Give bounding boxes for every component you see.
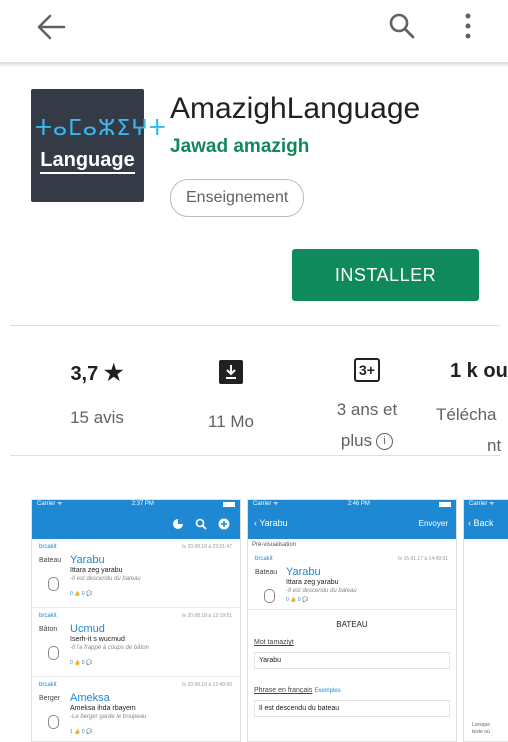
user-label: brcakit [255,556,273,562]
french-word: Berger [39,695,61,702]
add-icon [218,518,230,530]
nav-bar: ‹ Back [464,509,508,539]
age-label-line1: 3 ans et [336,400,398,419]
download-icon [219,360,243,384]
divider [10,455,500,456]
french-word: Bateau [39,557,62,564]
list-item: brcakit le 20.08.18 à 12:49:56 Berger Am… [32,677,240,741]
back-link: ‹ Yarabu [254,518,288,528]
age-label-line2: plus [340,431,373,450]
example-sentence: Iserh-it s wucmud [70,636,125,643]
examples-link: Exemples [314,688,341,694]
downloads-stat: 1 k ou Télécha nt [436,360,508,461]
amazigh-word: Yarabu [286,566,321,578]
date-label: le 20.08.18 à 12:19:51 [182,613,232,619]
body-text: texte où [472,729,490,735]
preview-item: brcakit le 15.01.17 à 14:49:01 Bateau Ya… [248,551,456,610]
downloads-value: 1 k ou [450,360,508,382]
french-word: Bâton [39,626,58,633]
word-heading: BATEAU [336,620,368,629]
age-rating-badge: 3+ [354,358,380,382]
votes: 0 👍 0 💬 [70,660,93,666]
date-label: le 20.08.18 à 23:01:47 [182,544,232,550]
field-label: Mot tamaziɣt [254,639,294,646]
translation: -Il l'a frappé à coups de bâton [70,645,149,651]
amazigh-word-input: Yarabu [254,652,450,669]
amazigh-word: Yarabu [70,554,105,566]
screenshot-1[interactable]: Carrier ᯤ 2:37 PM brcakit le 20.08.18 à … [31,499,241,742]
nav-bar: ‹ Yarabu Envoyer [248,509,456,539]
app-title: AmazighLanguage [170,92,421,125]
search-icon [195,518,207,530]
arrow-left-icon[interactable] [30,10,70,44]
top-app-bar [0,0,508,62]
preview-label: Pre-visualisation [252,542,297,548]
date-label: le 20.08.18 à 12:49:56 [182,682,232,688]
votes: 0 👍 0 💬 [70,591,93,597]
microphone-icon [48,715,59,729]
body-text: Lorsque [472,722,491,728]
back-link: ‹ Back [468,518,494,528]
user-label: brcakit [39,682,57,688]
developer-link[interactable]: Jawad amazigh [170,136,309,158]
search-icon[interactable] [384,8,420,44]
category-chip[interactable]: Enseignement [170,179,305,217]
amazigh-word: Ameksa [70,692,110,704]
rating-label: 15 avis [70,408,124,427]
status-carrier: Carrier ᯤ [37,501,63,507]
list-item: brcakit le 20.08.18 à 12:19:51 Bâton Ucm… [32,608,240,677]
votes: 0 👍 0 💬 [286,597,309,603]
example-sentence: Ittara zeg yarabu [70,567,123,574]
user-label: brcakit [39,613,57,619]
battery-icon [223,502,235,507]
nav-bar [32,509,240,539]
microphone-icon [48,577,59,591]
toolbar-shadow [0,62,508,67]
french-sentence-input: Il est descendu du bateau [254,700,450,717]
age-stat[interactable]: 3+ 3 ans et plus i [322,358,412,456]
send-link: Envoyer [418,519,448,528]
status-time: 2:46 PM [347,501,370,507]
votes: 1 👍 0 💬 [70,729,93,735]
size-stat: 11 Mo [186,360,276,437]
pie-chart-icon [173,519,183,529]
example-sentence: Ameksa ihda rbayem [70,705,136,712]
rating-stat[interactable]: 3,7 ★ 15 avis [52,360,142,433]
status-carrier: Carrier ᯤ [253,501,279,507]
divider [10,325,500,326]
screenshot-3[interactable]: Carrier ᯤ ‹ Back Lorsque texte où [463,499,508,742]
app-icon-tifinagh: ⵜⴰⵎⴰⵣⵉⵖⵜ [35,116,167,141]
user-label: brcakit [39,544,57,550]
downloads-label-line2: nt [487,436,502,455]
status-carrier: Carrier ᯤ [469,501,495,507]
french-word: Bateau [255,569,278,576]
list-item: brcakit le 20.08.18 à 23:01:47 Bateau Ya… [32,539,240,608]
info-icon[interactable]: i [376,433,394,451]
date-label: le 15.01.17 à 14:49:01 [398,556,448,562]
microphone-icon [48,646,59,660]
battery-icon [439,502,451,507]
size-label: 11 Mo [208,412,254,431]
install-button[interactable]: INSTALLER [292,249,479,301]
translation: -Le berger garde le troupeau [70,714,147,720]
star-icon: ★ [103,360,124,385]
amazigh-word: Ucmud [70,623,105,635]
downloads-label-line1: Télécha [436,405,497,424]
status-time: 2:37 PM [131,501,154,507]
screenshot-2[interactable]: Carrier ᯤ 2:46 PM ‹ Yarabu Envoyer Pre-v… [247,499,457,742]
translation: -Il est descendu du bateau [286,588,357,594]
example-sentence: Ittara zeg yarabu [286,579,339,586]
rating-value: 3,7 [70,363,99,385]
translation: -Il est descendu du bateau [70,576,141,582]
microphone-icon [264,589,275,603]
app-icon-word: Language [40,149,135,174]
more-vert-icon[interactable] [454,8,482,44]
app-icon: ⵜⴰⵎⴰⵣⵉⵖⵜ Language [31,89,167,202]
field-label: Phrase en français [254,687,313,694]
